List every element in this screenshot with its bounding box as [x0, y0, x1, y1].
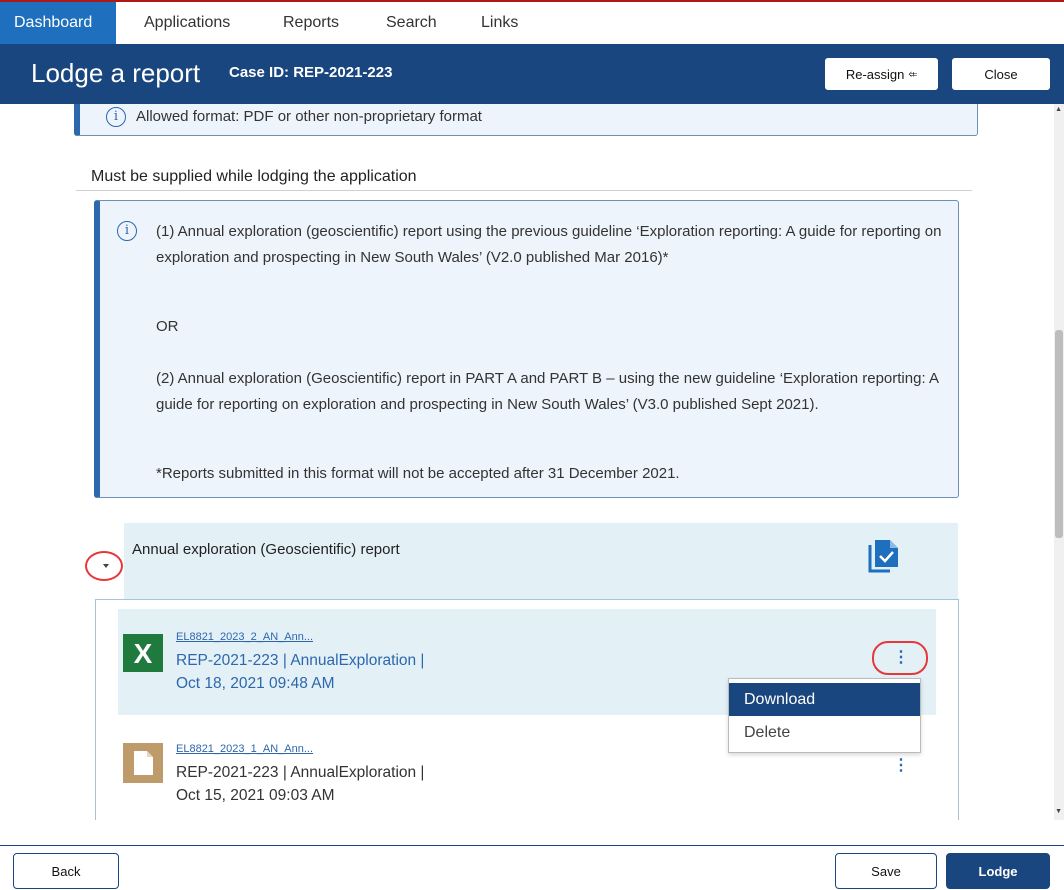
chevron-down-icon	[103, 564, 109, 568]
file-description: REP-2021-223 | AnnualExploration | Oct 1…	[176, 761, 424, 807]
guideline-note: *Reports submitted in this format will n…	[156, 465, 680, 482]
svg-text:X: X	[134, 638, 153, 669]
swap-arrows-icon: ⤂	[908, 67, 918, 80]
tab-links[interactable]: Links	[481, 2, 518, 44]
divider	[76, 190, 972, 191]
tab-reports[interactable]: Reports	[283, 2, 339, 44]
tab-search[interactable]: Search	[386, 2, 437, 44]
reassign-button[interactable]: Re-assign ⤂	[824, 57, 939, 91]
file-date: Oct 18, 2021 09:48 AM	[176, 675, 335, 692]
file-date: Oct 15, 2021 09:03 AM	[176, 787, 335, 804]
back-button[interactable]: Back	[13, 853, 119, 889]
download-menu-item[interactable]: Download	[729, 683, 920, 716]
section-heading: Must be supplied while lodging the appli…	[91, 168, 417, 185]
format-info-box: i Allowed format: PDF or other non-propr…	[74, 104, 978, 136]
close-button[interactable]: Close	[951, 57, 1051, 91]
file-description: REP-2021-223 | AnnualExploration | Oct 1…	[176, 649, 424, 695]
reassign-label: Re-assign	[845, 66, 905, 82]
scrollbar-thumb[interactable]	[1055, 330, 1063, 538]
accordion-header[interactable]: Annual exploration (Geoscientific) repor…	[124, 523, 958, 599]
footer-bar: Back Save Lodge	[0, 845, 1064, 890]
accordion-title: Annual exploration (Geoscientific) repor…	[132, 541, 400, 558]
tab-dashboard[interactable]: Dashboard	[0, 2, 117, 44]
info-icon: i	[117, 221, 137, 241]
context-menu: Download Delete	[728, 678, 921, 753]
guideline-or: OR	[156, 318, 179, 335]
info-icon: i	[106, 107, 126, 127]
page-title: Lodge a report	[31, 58, 201, 88]
guideline-info-box: i (1) Annual exploration (geoscientific)…	[94, 200, 959, 498]
file-meta: REP-2021-223 | AnnualExploration |	[176, 652, 425, 669]
more-options-icon[interactable]: ⋮	[891, 755, 911, 775]
delete-menu-item[interactable]: Delete	[729, 716, 920, 749]
scroll-up-icon[interactable]: ▲	[1055, 106, 1062, 113]
top-navigation: Dashboard Applications Reports Search Li…	[0, 0, 1064, 44]
main-content: i Allowed format: PDF or other non-propr…	[0, 104, 1064, 820]
lodge-button[interactable]: Lodge	[946, 853, 1050, 889]
file-link[interactable]: EL8821_2023_2_AN_Ann...	[176, 631, 313, 643]
guideline-option-2: (2) Annual exploration (Geoscientific) r…	[156, 370, 939, 413]
more-options-icon[interactable]: ⋮	[891, 647, 911, 667]
scroll-down-icon[interactable]: ▼	[1055, 808, 1062, 815]
collapse-toggle[interactable]	[85, 551, 123, 581]
excel-icon: X	[123, 634, 163, 672]
document-check-icon	[868, 540, 898, 573]
tab-applications[interactable]: Applications	[144, 2, 230, 44]
guideline-option-1: (1) Annual exploration (geoscientific) r…	[156, 223, 942, 266]
format-info-text: Allowed format: PDF or other non-proprie…	[136, 108, 482, 125]
page-header: Lodge a report Case ID: REP-2021-223 Re-…	[0, 44, 1064, 104]
document-icon	[123, 743, 163, 783]
scrollbar[interactable]: ▲ ▼	[1054, 104, 1064, 820]
file-link[interactable]: EL8821_2023_1_AN_Ann...	[176, 743, 313, 755]
save-button[interactable]: Save	[835, 853, 937, 889]
file-meta: REP-2021-223 | AnnualExploration |	[176, 764, 425, 781]
case-id: Case ID: REP-2021-223	[229, 64, 393, 81]
